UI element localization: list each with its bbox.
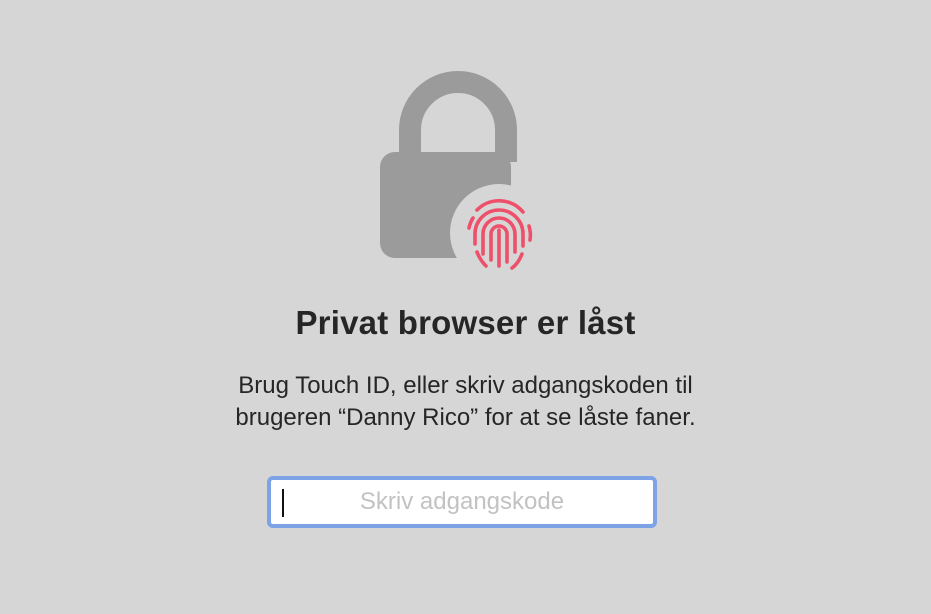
- description-line-2: brugeren “Danny Rico” for at se låste fa…: [235, 404, 696, 431]
- password-field-container[interactable]: [267, 476, 657, 528]
- text-caret: [282, 489, 284, 517]
- password-input[interactable]: [271, 480, 653, 524]
- touch-id-fingerprint-icon: [450, 184, 548, 280]
- lock-icon: [374, 70, 554, 280]
- page-title: Privat browser er låst: [295, 304, 636, 341]
- lock-description: Brug Touch ID, eller skriv adgangskoden …: [0, 370, 931, 434]
- description-line-1: Brug Touch ID, eller skriv adgangskoden …: [238, 372, 693, 399]
